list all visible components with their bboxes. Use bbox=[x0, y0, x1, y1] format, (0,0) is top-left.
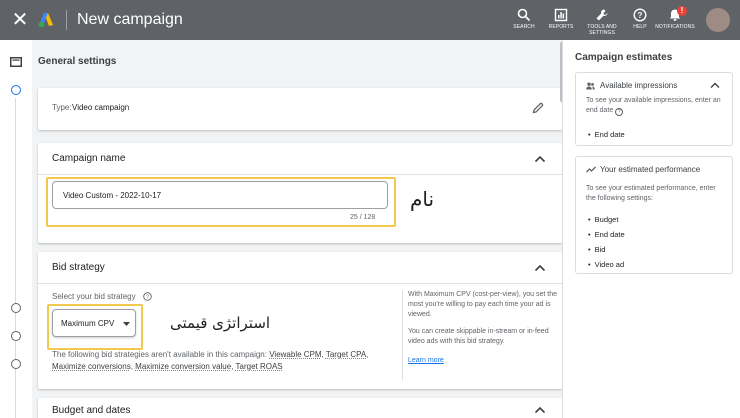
section-title: General settings bbox=[38, 56, 117, 67]
reports-button[interactable]: REPORTS bbox=[541, 8, 581, 30]
campaign-name-value: Video Custom - 2022-10-17 bbox=[63, 191, 162, 200]
step-dot[interactable] bbox=[11, 303, 21, 313]
step-rail bbox=[0, 40, 32, 418]
tools-settings-button[interactable]: TOOLS AND SETTINGS bbox=[582, 8, 622, 36]
campaign-name-input[interactable]: Video Custom - 2022-10-17 bbox=[52, 181, 388, 209]
performance-text: To see your estimated performance, enter… bbox=[586, 185, 716, 202]
type-value: Video campaign bbox=[72, 103, 130, 112]
strategy-target-cpa[interactable]: Target CPA bbox=[326, 350, 366, 359]
notifications-label: NOTIFICATIONS bbox=[655, 24, 695, 30]
campaign-name-heading: Campaign name bbox=[52, 153, 126, 164]
page-title: New campaign bbox=[77, 11, 183, 28]
chevron-up-icon[interactable] bbox=[534, 406, 546, 414]
trend-icon bbox=[586, 166, 596, 173]
chevron-up-icon[interactable] bbox=[710, 82, 720, 89]
info-divider bbox=[402, 290, 403, 380]
search-icon bbox=[517, 8, 531, 22]
strategy-viewable-cpm[interactable]: Viewable CPM bbox=[269, 350, 321, 359]
step-dot[interactable] bbox=[11, 331, 21, 341]
main-content: General settings Type: Video campaign Ca… bbox=[32, 40, 562, 418]
annotation-name: نام bbox=[410, 187, 435, 211]
performance-heading: Your estimated performance bbox=[600, 165, 701, 174]
help-circle-icon[interactable]: ? bbox=[143, 292, 152, 301]
search-label: SEARCH bbox=[513, 24, 535, 30]
divider bbox=[38, 283, 562, 284]
performance-item: Video ad bbox=[588, 260, 624, 269]
budget-dates-card: Budget and dates bbox=[38, 398, 562, 418]
estimates-title: Campaign estimates bbox=[575, 52, 673, 63]
document-icon[interactable] bbox=[10, 57, 22, 67]
svg-text:?: ? bbox=[638, 11, 643, 20]
bid-select-label: Select your bid strategy bbox=[52, 292, 136, 301]
impressions-heading: Available impressions bbox=[600, 81, 678, 90]
edit-pencil-icon[interactable] bbox=[532, 102, 544, 114]
learn-more-link[interactable]: Learn more bbox=[408, 357, 444, 364]
available-impressions-card: Available impressions To see your availa… bbox=[575, 72, 733, 146]
strategy-maximize-conversion-value[interactable]: Maximize conversion value bbox=[135, 362, 231, 371]
step-connector bbox=[15, 98, 16, 418]
impressions-text: To see your available impressions, enter… bbox=[586, 96, 726, 116]
estimated-performance-card: Your estimated performance To see your e… bbox=[575, 156, 733, 274]
top-bar: ✕ New campaign SEARCH REPORTS TOOLS AND … bbox=[0, 0, 740, 40]
help-icon: ? bbox=[633, 8, 647, 22]
unavailable-prefix: The following bid strategies aren't avai… bbox=[52, 350, 267, 359]
reports-icon bbox=[554, 8, 568, 22]
title-divider bbox=[66, 10, 67, 30]
reports-label: REPORTS bbox=[548, 24, 574, 30]
search-button[interactable]: SEARCH bbox=[504, 8, 544, 30]
impressions-item: End date bbox=[588, 130, 625, 139]
chevron-up-icon[interactable] bbox=[534, 155, 546, 163]
wrench-icon bbox=[596, 9, 608, 21]
close-icon[interactable]: ✕ bbox=[10, 10, 30, 30]
divider bbox=[38, 174, 562, 175]
performance-item: Budget bbox=[588, 215, 619, 224]
bid-strategy-dropdown[interactable]: Maximum CPV bbox=[52, 309, 136, 337]
avatar[interactable] bbox=[706, 8, 730, 32]
character-counter: 25 / 128 bbox=[350, 214, 376, 221]
campaign-name-card: Campaign name Video Custom - 2022-10-17 … bbox=[38, 143, 562, 243]
bid-strategy-heading: Bid strategy bbox=[52, 262, 105, 273]
chevron-up-icon[interactable] bbox=[534, 264, 546, 272]
notifications-button[interactable]: ! NOTIFICATIONS bbox=[655, 6, 695, 30]
annotation-bid-strategy: استراتژی قیمتی bbox=[170, 314, 271, 332]
google-ads-logo-icon bbox=[38, 13, 53, 28]
unavailable-strategies-text: The following bid strategies aren't avai… bbox=[52, 350, 369, 371]
step-dot[interactable] bbox=[11, 359, 21, 369]
help-label: HELP bbox=[633, 24, 647, 30]
campaign-type-card[interactable]: Type: Video campaign bbox=[38, 88, 562, 130]
notification-badge: ! bbox=[677, 6, 687, 16]
people-icon bbox=[586, 82, 595, 90]
strategy-target-roas[interactable]: Target ROAS bbox=[236, 362, 283, 371]
tools-settings-label: TOOLS AND SETTINGS bbox=[587, 24, 617, 36]
impressions-text-content: To see your available impressions, enter… bbox=[586, 97, 721, 114]
budget-dates-heading: Budget and dates bbox=[52, 405, 131, 416]
bid-strategy-selected: Maximum CPV bbox=[61, 319, 115, 328]
help-circle-icon[interactable]: ? bbox=[615, 108, 624, 116]
estimates-panel: Campaign estimates Available impressions… bbox=[562, 40, 740, 418]
bid-info-text-1: With Maximum CPV (cost-per-view), you se… bbox=[408, 291, 557, 318]
strategy-maximize-conversions[interactable]: Maximize conversions bbox=[52, 362, 131, 371]
bid-info-text-2: You can create skippable in-stream or in… bbox=[408, 328, 549, 345]
performance-item: Bid bbox=[588, 245, 606, 254]
bid-strategy-card: Bid strategy Select your bid strategy ? … bbox=[38, 252, 562, 389]
help-button[interactable]: ? HELP bbox=[620, 8, 660, 30]
dropdown-arrow-icon bbox=[123, 322, 130, 326]
performance-item: End date bbox=[588, 230, 625, 239]
type-label: Type: bbox=[52, 103, 72, 112]
step-dot-active[interactable] bbox=[11, 85, 21, 95]
svg-text:?: ? bbox=[146, 295, 149, 301]
